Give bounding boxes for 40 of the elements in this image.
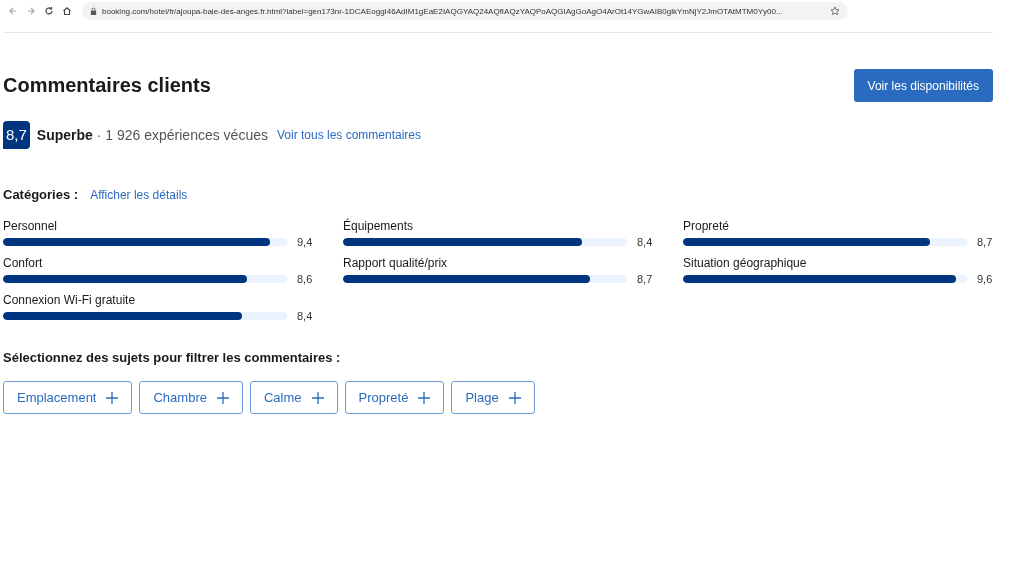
plus-icon <box>216 391 229 404</box>
plus-icon <box>418 391 431 404</box>
category-name: Rapport qualité/prix <box>343 256 449 270</box>
category-name: Confort <box>3 256 44 270</box>
all-reviews-link[interactable]: Voir tous les commentaires <box>277 128 422 142</box>
category-name: Connexion Wi-Fi gratuite <box>3 293 137 307</box>
topics-label: Sélectionnez des sujets pour filtrer les commentaires : <box>3 350 342 365</box>
url-text: booking.com/hotel/fr/ajoupa-baie-des-anges.fr.html?label=gen173nr-1DCAEoggI46AdIM1gEaE2IAQGYAQ24AQfIAQzYAQPoAQGIAgGoAgO4ArOt14YGwAIB0glkYmNjY2JmOTAtMTM0Yy00... <box>102 6 784 16</box>
topic-filter-button[interactable]: Calme <box>249 381 338 414</box>
star-icon[interactable] <box>830 6 840 16</box>
category-name: Propreté <box>683 219 731 233</box>
categories-label: Catégories : <box>3 187 79 202</box>
plus-icon <box>311 391 324 404</box>
availability-button[interactable]: Voir les disponibilités <box>853 69 993 102</box>
category-score: 8,4 <box>297 310 313 322</box>
section-title: Commentaires clients <box>3 74 211 97</box>
rating-summary: Superbe · 1 926 expériences vécues <box>36 127 268 143</box>
address-bar[interactable]: booking.com/hotel/fr/ajoupa-baie-des-anges.fr.html?label=gen173nr-1DCAEoggI46AdIM1gEaE2IAQGYAQ24AQfIAQzYAQPoAQGIAgGoAgO4ArOt14YGwAIB0glkYmNjY2JmOTAtMTM0Yy00... <box>82 2 848 20</box>
topic-filter-button[interactable]: Propreté <box>344 381 445 414</box>
category-score: 8,6 <box>297 273 313 285</box>
category-score: 8,7 <box>637 273 653 285</box>
plus-icon <box>106 391 119 404</box>
topic-filter-button[interactable]: Emplacement <box>3 381 133 414</box>
category-score: 9,4 <box>297 236 313 248</box>
category-score: 8,4 <box>637 236 653 248</box>
home-icon[interactable] <box>62 6 72 16</box>
forward-icon[interactable] <box>26 6 36 16</box>
topic-filter-button[interactable]: Chambre <box>139 381 243 414</box>
details-link[interactable]: Afficher les détails <box>90 187 188 202</box>
category-score: 9,6 <box>977 273 993 285</box>
topic-filter-button[interactable]: Plage <box>451 381 535 414</box>
plus-icon <box>508 391 521 404</box>
reload-icon[interactable] <box>44 6 54 16</box>
category-name: Équipements <box>343 219 415 233</box>
category-name: Personnel <box>3 219 59 233</box>
lock-icon <box>90 6 97 16</box>
category-score: 8,7 <box>977 236 993 248</box>
back-icon[interactable] <box>8 6 18 16</box>
score-badge: 8,7 <box>3 121 30 149</box>
category-name: Situation géographique <box>683 256 808 270</box>
